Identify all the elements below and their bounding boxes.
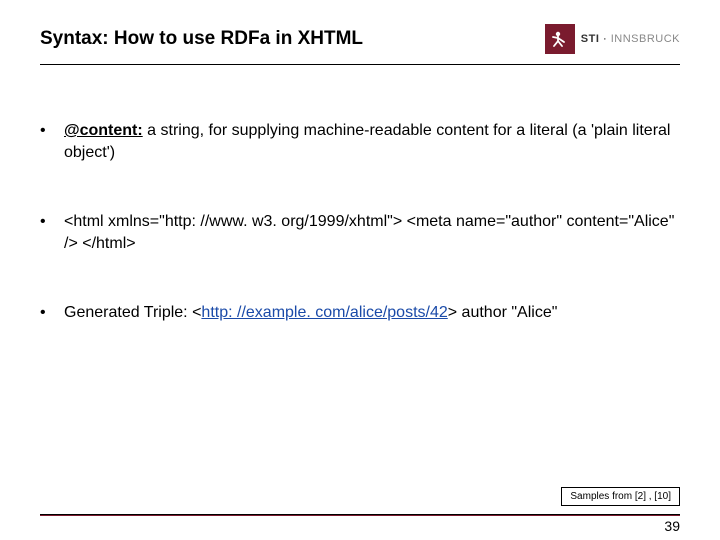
divider-top	[40, 64, 680, 65]
triple-link[interactable]: http: //example. com/alice/posts/42	[201, 304, 447, 321]
bullet-text: @content: a string, for supplying machin…	[64, 120, 680, 163]
page-number: 39	[664, 518, 680, 534]
divider-bottom	[40, 514, 680, 516]
logo-sti: STI	[581, 33, 600, 45]
bullet-item: • <html xmlns="http: //www. w3. org/1999…	[40, 211, 680, 254]
bullet-lead: @content:	[64, 122, 143, 139]
bullet-item: • @content: a string, for supplying mach…	[40, 120, 680, 163]
logo-dot: ·	[599, 33, 610, 45]
bullet-item: • Generated Triple: <http: //example. co…	[40, 302, 680, 324]
samples-citation: Samples from [2] , [10]	[561, 487, 680, 506]
header: Syntax: How to use RDFa in XHTML STI · I…	[40, 24, 680, 54]
logo-text: STI · INNSBRUCK	[581, 33, 680, 45]
slide-title: Syntax: How to use RDFa in XHTML	[40, 28, 363, 50]
bullet-rest: a string, for supplying machine-readable…	[64, 122, 670, 161]
logo-innsbruck: INNSBRUCK	[611, 33, 680, 45]
bullet-marker: •	[40, 120, 64, 142]
slide: Syntax: How to use RDFa in XHTML STI · I…	[0, 0, 720, 540]
content-area: • @content: a string, for supplying mach…	[40, 120, 680, 372]
logo: STI · INNSBRUCK	[545, 24, 680, 54]
bullet-post: > author "Alice"	[448, 304, 558, 321]
sti-logo-icon	[545, 24, 575, 54]
bullet-text: <html xmlns="http: //www. w3. org/1999/x…	[64, 211, 680, 254]
bullet-text: Generated Triple: <http: //example. com/…	[64, 302, 680, 324]
bullet-pre: Generated Triple: <	[64, 304, 201, 321]
bullet-marker: •	[40, 211, 64, 233]
bullet-marker: •	[40, 302, 64, 324]
